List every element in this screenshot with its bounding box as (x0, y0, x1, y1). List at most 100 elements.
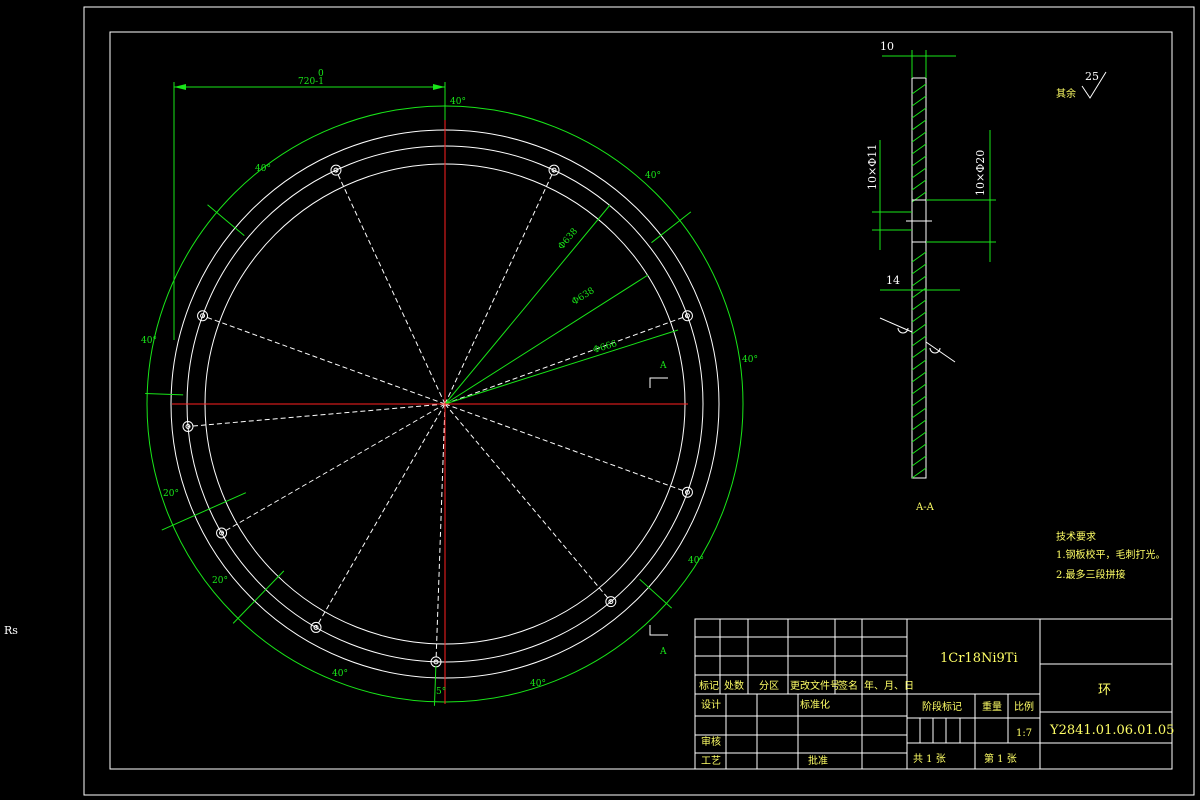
section-hatching (911, 83, 927, 479)
hatch-line (911, 407, 927, 419)
hatch-line (911, 371, 927, 383)
radial-label: Φ638 (570, 286, 596, 308)
section-label: A-A (915, 502, 935, 513)
tb-rev-header: 处数 (724, 679, 744, 692)
angle-extension-line (145, 393, 184, 396)
hatch-line (911, 251, 927, 263)
hatch-line (911, 347, 927, 359)
radial-dim-line-2 (444, 274, 649, 405)
bolt-spokes (187, 169, 688, 662)
top-dim-arrow-right (433, 84, 445, 90)
hatch-line (911, 419, 927, 431)
hatch-line (911, 167, 927, 179)
hatch-line (911, 323, 927, 335)
cad-drawing-canvas: Rs 720-1 0 40° 40° 40° 40° 40° 20° 20° 4… (4, 6, 1195, 796)
hatch-line (911, 83, 927, 95)
hatch-line (911, 311, 927, 323)
tb-approve: 批准 (808, 754, 828, 767)
hatch-line (911, 143, 927, 155)
hatch-line (911, 383, 927, 395)
tech-title: 技术要求 (1056, 530, 1096, 543)
section-mid-dim: 14 (886, 274, 900, 287)
side-label: Rs (4, 624, 18, 637)
section-marker-top-label: A (659, 361, 667, 371)
hatch-line (911, 95, 927, 107)
angle-extension-line (232, 570, 285, 624)
hatch-line (911, 131, 927, 143)
hatch-line (911, 443, 927, 455)
angle-label: 40° (332, 669, 348, 679)
hatch-line (911, 431, 927, 443)
top-dimension-sup: 0 (318, 69, 324, 79)
roughness-label: 其余 (1056, 87, 1076, 100)
roughness-leader-2 (925, 341, 956, 363)
section-view: 10 10×Φ11 10×Φ20 14 A-A (866, 40, 996, 513)
tb-standardization: 标准化 (800, 698, 830, 711)
tb-rev-header: 更改文件号 (790, 679, 840, 692)
tb-material: 1Cr18Ni9Ti (940, 651, 1018, 666)
bolt-holes (182, 164, 693, 668)
tb-sheets-total: 共 1 张 (913, 753, 946, 765)
spoke-line (444, 403, 688, 493)
hatch-line (911, 455, 927, 467)
tb-scale: 1:7 (1016, 728, 1032, 739)
hatch-line (911, 119, 927, 131)
tb-part-name: 环 (1098, 683, 1111, 698)
angle-label: 20° (163, 489, 179, 499)
bottom-small-angle: 5° (436, 687, 446, 697)
spoke-line (435, 403, 446, 662)
radial-dim-line-3 (444, 329, 679, 405)
section-left-dim: 10×Φ11 (866, 144, 879, 190)
angle-extension-line (207, 204, 245, 236)
tb-review: 审核 (701, 735, 721, 748)
section-top-dim: 10 (880, 40, 894, 53)
spoke-line (221, 403, 446, 534)
outer-border (83, 6, 1195, 796)
angle-label: 40° (742, 355, 758, 365)
hatch-line (911, 263, 927, 275)
tb-rev-header: 分区 (759, 680, 779, 692)
spoke-line (187, 403, 446, 427)
angle-extension-line (433, 665, 437, 706)
roughness-value: 25 (1085, 70, 1099, 83)
tb-stage-mark: 阶段标记 (922, 700, 962, 713)
tb-design: 设计 (701, 698, 721, 711)
angle-label: 40° (645, 171, 661, 181)
title-block: 标记 处数 分区 更改文件号 签名 年、月、日 设计 标准化 审核 工艺 批准 … (694, 618, 1174, 770)
spoke-line (444, 403, 612, 602)
radial-dim-line-1 (444, 204, 611, 405)
hatch-line (911, 467, 927, 479)
tb-rev-header: 签名 (838, 679, 858, 692)
angle-label: 40° (688, 556, 704, 566)
tb-rev-header: 年、月、日 (864, 679, 914, 692)
angle-label: 20° (212, 576, 228, 586)
tb-weight: 重量 (982, 700, 1002, 713)
angle-label: 40° (141, 336, 157, 346)
radial-label: Φ638 (557, 226, 581, 251)
hatch-line (911, 335, 927, 347)
hatch-line (911, 275, 927, 287)
section-marker-bottom (649, 625, 668, 636)
section-right-dim: 10×Φ20 (974, 150, 987, 196)
spoke-line (202, 315, 446, 405)
top-dim-arrow-left (174, 84, 186, 90)
tb-sheet-no: 第 1 张 (984, 752, 1017, 765)
tech-item: 2.最多三段拼接 (1056, 568, 1126, 581)
hatch-line (911, 395, 927, 407)
tb-scale-label: 比例 (1014, 700, 1034, 713)
angle-label: 40° (450, 97, 466, 107)
roughness-symbol-1 (897, 327, 909, 334)
section-marker-bottom-label: A (659, 647, 667, 657)
spoke-line (315, 403, 446, 628)
extension-lines (145, 204, 692, 706)
hatch-line (911, 299, 927, 311)
tb-drawing-no: Y2841.01.06.01.05 (1049, 723, 1174, 738)
hatch-line (911, 155, 927, 167)
tb-rev-header: 标记 (699, 680, 719, 692)
angle-label: 40° (530, 679, 546, 689)
hatch-line (911, 179, 927, 191)
section-marker-top (649, 377, 668, 388)
spoke-line (335, 169, 446, 405)
tech-item: 1.钢板校平，毛刺打光。 (1056, 548, 1166, 561)
front-view: 720-1 0 40° 40° 40° 40° 40° 20° 20° 40° … (141, 69, 758, 706)
